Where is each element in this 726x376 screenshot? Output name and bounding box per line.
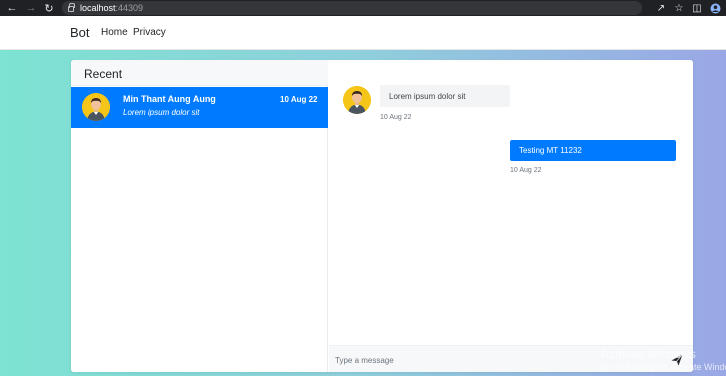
conversation-date: 10 Aug 22 — [280, 95, 318, 104]
chat-card: Recent Min Thant Aung Aung 10 Aug 22 Lor… — [71, 60, 693, 372]
lock-icon[interactable] — [68, 3, 75, 12]
nav-home-link[interactable]: Home — [101, 27, 128, 38]
recent-title: Recent — [84, 67, 123, 81]
address-bar[interactable]: localhost:44309 — [62, 1, 642, 15]
conversation-preview: Lorem ipsum dolor sit — [123, 108, 200, 117]
avatar — [343, 86, 371, 114]
message-input[interactable] — [335, 353, 635, 367]
outgoing-message-text: Testing MT 11232 — [519, 146, 582, 155]
top-navbar: Bot Home Privacy — [0, 16, 726, 50]
share-icon[interactable]: ↗ — [654, 1, 668, 15]
nav-privacy-link[interactable]: Privacy — [133, 27, 166, 38]
star-icon[interactable]: ☆ — [672, 1, 686, 15]
incoming-message-time: 10 Aug 22 — [380, 114, 412, 121]
outgoing-message-bubble: Testing MT 11232 — [510, 140, 676, 161]
sidepanel-icon[interactable]: ◫ — [690, 1, 704, 15]
reload-icon[interactable]: ↻ — [40, 0, 58, 16]
browser-toolbar: ← → ↻ localhost:44309 ↗ ☆ ◫ — [0, 0, 726, 16]
user-avatar-icon — [82, 93, 110, 121]
conversation-item[interactable]: Min Thant Aung Aung 10 Aug 22 Lorem ipsu… — [71, 87, 328, 128]
incoming-message-text: Lorem ipsum dolor sit — [389, 92, 466, 101]
recent-header: Recent — [71, 60, 328, 86]
outgoing-message-time: 10 Aug 22 — [510, 167, 542, 174]
brand-logo[interactable]: Bot — [70, 25, 90, 40]
conversation-list-panel: Recent Min Thant Aung Aung 10 Aug 22 Lor… — [71, 60, 328, 372]
conversation-name: Min Thant Aung Aung — [123, 94, 216, 104]
watermark-subtitle: Go to Settings to activate Windows. — [601, 362, 726, 372]
incoming-message-bubble: Lorem ipsum dolor sit — [380, 85, 510, 107]
back-icon[interactable]: ← — [3, 0, 21, 16]
user-avatar-icon — [343, 86, 371, 114]
message-panel: Lorem ipsum dolor sit 10 Aug 22 Testing … — [329, 60, 693, 372]
url-port: :44309 — [115, 3, 144, 13]
profile-icon[interactable] — [708, 1, 722, 15]
url-host: localhost — [80, 3, 116, 13]
browser-actions: ↗ ☆ ◫ — [654, 0, 722, 16]
watermark-title: Activate Windows — [601, 347, 696, 361]
forward-icon[interactable]: → — [22, 0, 40, 16]
avatar — [82, 93, 110, 121]
windows-activation-watermark: Activate Windows Go to Settings to activ… — [601, 347, 726, 372]
